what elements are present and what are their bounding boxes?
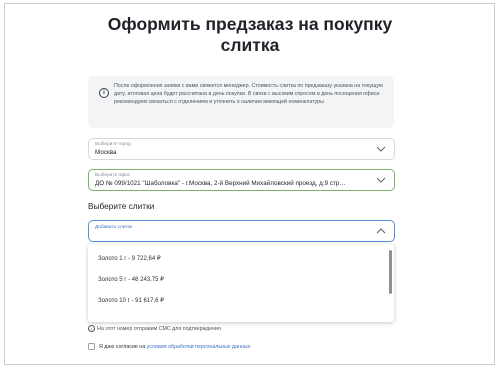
add-bar-select-label: Добавить слиток [95,225,133,230]
consent-prefix: Я даю согласие на [99,343,147,350]
page-title: Оформить предзаказ на покупку слитка [0,14,500,56]
bars-dropdown-list: Золото 1 г - 9 722,64 ₽ Золото 5 г - 46 … [88,244,394,322]
dropdown-option[interactable]: Золото 10 г - 91 617,6 ₽ [98,297,164,304]
info-icon: i [99,88,109,98]
office-select[interactable]: Выберите офис ДО № 099/1021 "Шаболовка" … [88,169,395,191]
consent-row: Я даю согласие на условия обработки перс… [88,343,250,350]
consent-checkbox[interactable] [88,343,95,350]
dropdown-option[interactable]: Золото 5 г - 46 243,75 ₽ [98,276,164,283]
page-title-line1: Оформить предзаказ на покупку [107,14,393,34]
add-bar-select[interactable]: Добавить слиток [88,220,395,242]
city-select[interactable]: Выберите город Москва [88,138,395,160]
sms-note-text: На этот номер отправим СМС для подтвержд… [97,325,221,332]
sms-note: i На этот номер отправим СМС для подтверж… [88,325,221,332]
chevron-up-icon[interactable] [376,227,386,235]
page-title-line2: слитка [220,35,280,55]
consent-link[interactable]: условия обработки персональных данных [147,344,251,350]
info-notice: i После оформления заявки с вами свяжетс… [88,76,394,128]
bars-section-heading: Выберите слитки [88,201,155,211]
dropdown-scrollbar[interactable] [389,250,392,294]
office-select-value: ДО № 099/1021 "Шаболовка" - г.Москва, 2-… [95,180,346,187]
office-select-label: Выберите офис [95,173,131,178]
city-select-value: Москва [95,149,117,156]
chevron-down-icon[interactable] [376,176,386,184]
dropdown-option[interactable]: Золото 1 г - 9 722,64 ₽ [98,255,161,262]
chevron-down-icon[interactable] [376,145,386,153]
info-icon: i [88,325,95,332]
notice-text: После оформления заявки с вами свяжется … [114,83,384,105]
city-select-label: Выберите город [95,142,131,147]
